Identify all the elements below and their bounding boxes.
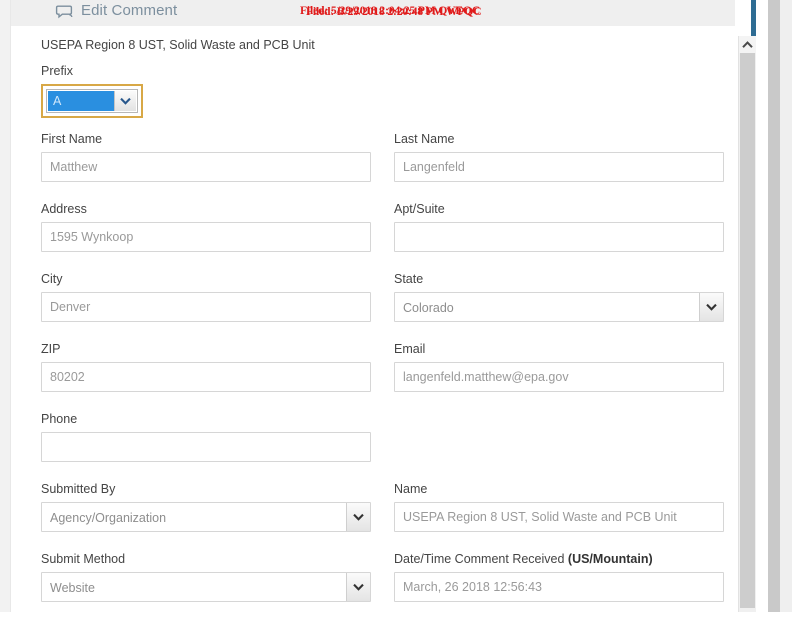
state-select[interactable]: Colorado: [394, 292, 724, 322]
phone-input[interactable]: [41, 432, 371, 462]
state-select-value: Colorado: [394, 292, 724, 322]
label-address: Address: [41, 202, 87, 216]
field-city: City: [41, 272, 371, 322]
name-input[interactable]: [394, 502, 724, 532]
panel-scrollbar[interactable]: [738, 36, 756, 612]
left-gutter: [0, 0, 11, 612]
field-first-name: First Name: [41, 132, 371, 182]
date-time-received-input[interactable]: [394, 572, 724, 602]
filed-stamp-group: Filed: 5/29/2018 2:04:25 PM QVEQC Filed:…: [300, 5, 560, 21]
field-phone: Phone: [41, 412, 371, 462]
city-input[interactable]: [41, 292, 371, 322]
chevron-down-icon: [353, 583, 364, 591]
label-submitted-by: Submitted By: [41, 482, 116, 496]
field-name: Name: [394, 482, 724, 532]
submit-method-select[interactable]: Website: [41, 572, 371, 602]
field-apt-suite: Apt/Suite: [394, 202, 724, 252]
label-city: City: [41, 272, 63, 286]
label-zip: ZIP: [41, 342, 61, 356]
submit-method-dropdown-button[interactable]: [346, 573, 370, 601]
zip-input[interactable]: [41, 362, 371, 392]
field-date-time-received: Date/Time Comment Received (US/Mountain): [394, 552, 724, 602]
submitted-by-select[interactable]: Agency/Organization: [41, 502, 371, 532]
chevron-up-icon: [742, 40, 753, 48]
outer-scrollbar-thumb[interactable]: [768, 0, 780, 612]
label-date-time-text: Date/Time Comment Received: [394, 552, 568, 566]
field-submit-method: Submit Method Website: [41, 552, 371, 602]
form-row-prefix: Prefix A: [41, 64, 731, 132]
form-row-zip-email: ZIP Email: [41, 342, 731, 412]
label-prefix: Prefix: [41, 64, 73, 78]
field-last-name: Last Name: [394, 132, 724, 182]
field-submitted-by: Submitted By Agency/Organization: [41, 482, 371, 532]
blue-accent-rule: [751, 0, 756, 36]
prefix-select-inner: A: [46, 89, 138, 113]
chevron-down-icon: [353, 513, 364, 521]
label-state: State: [394, 272, 424, 286]
address-input[interactable]: [41, 222, 371, 252]
form-row-submitted-by: Submitted By Agency/Organization Name: [41, 482, 731, 552]
label-first-name: First Name: [41, 132, 103, 146]
organization-line: USEPA Region 8 UST, Solid Waste and PCB …: [41, 38, 315, 52]
label-submit-method: Submit Method: [41, 552, 126, 566]
label-date-time-timezone: (US/Mountain): [567, 552, 653, 566]
scroll-up-button[interactable]: [739, 36, 756, 53]
field-email: Email: [394, 342, 724, 392]
email-input[interactable]: [394, 362, 724, 392]
field-state: State Colorado: [394, 272, 724, 322]
state-dropdown-button[interactable]: [699, 293, 723, 321]
label-date-time-received: Date/Time Comment Received (US/Mountain): [394, 552, 724, 566]
apt-suite-input[interactable]: [394, 222, 724, 252]
label-apt-suite: Apt/Suite: [394, 202, 445, 216]
prefix-dropdown-button[interactable]: [114, 91, 136, 111]
form-row-name: First Name Last Name: [41, 132, 731, 202]
submitted-by-dropdown-button[interactable]: [346, 503, 370, 531]
comment-bubble-icon: [55, 5, 73, 19]
field-address: Address: [41, 202, 371, 252]
filed-stamp-line-b: Filed: B/29/2018 2:20:48 PM WPQC: [306, 6, 482, 18]
scrollbar-thumb[interactable]: [740, 53, 755, 608]
submit-method-select-value: Website: [41, 572, 371, 602]
page-title: Edit Comment: [81, 2, 178, 19]
prefix-select[interactable]: A: [41, 84, 143, 118]
form-row-address: Address Apt/Suite: [41, 202, 731, 272]
chevron-down-icon: [706, 303, 717, 311]
form-panel: USEPA Region 8 UST, Solid Waste and PCB …: [11, 26, 735, 612]
submitted-by-select-value: Agency/Organization: [41, 502, 371, 532]
page-root: Edit Comment Filed: 5/29/2018 2:04:25 PM…: [0, 0, 792, 612]
panel-header-content: Edit Comment: [55, 2, 177, 19]
label-email: Email: [394, 342, 426, 356]
form-row-city-state: City State Colorado: [41, 272, 731, 342]
label-last-name: Last Name: [394, 132, 455, 146]
label-phone: Phone: [41, 412, 78, 426]
field-prefix: Prefix A: [41, 64, 143, 123]
form-row-phone: Phone: [41, 412, 731, 482]
comment-form: Prefix A First Name Matthew Last Name La…: [41, 64, 731, 622]
first-name-input[interactable]: [41, 152, 371, 182]
prefix-selected-value: A: [48, 91, 114, 111]
chevron-down-icon: [120, 97, 131, 105]
field-zip: ZIP: [41, 342, 371, 392]
label-name: Name: [394, 482, 428, 496]
last-name-input[interactable]: [394, 152, 724, 182]
outer-scrollbar-track[interactable]: [780, 0, 792, 612]
